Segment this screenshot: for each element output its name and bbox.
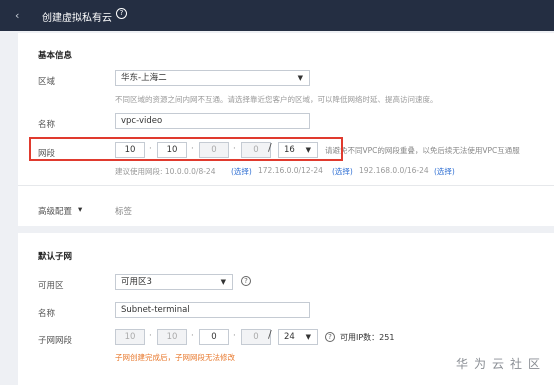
vpc-cidr-hint: 请避免不同VPC的网段重叠，以免后续无法使用VPC互通服 <box>325 146 520 155</box>
subnet-mask-value: 24 <box>284 332 295 342</box>
subnet-cidr-octet-1: 10 <box>115 329 145 345</box>
select-cidr-link-3[interactable]: (选择) <box>434 166 455 177</box>
subnet-cidr-octet-3[interactable]: 0 <box>199 329 229 345</box>
subnet-cidr-warning: 子网创建完成后，子网网段无法修改 <box>115 353 235 362</box>
chevron-down-icon: ▼ <box>220 278 226 286</box>
default-subnet-title: 默认子网 <box>38 252 73 262</box>
tags-label: 标签 <box>115 207 133 217</box>
subnet-name-input[interactable]: Subnet-terminal <box>115 302 310 318</box>
subnet-name-value: Subnet-terminal <box>121 305 190 315</box>
az-label: 可用区 <box>38 281 64 291</box>
help-icon[interactable]: ? <box>116 8 127 19</box>
subnet-name-label: 名称 <box>38 309 56 319</box>
select-cidr-link-1[interactable]: (选择) <box>231 166 252 177</box>
available-ip-count: 可用IP数：251 <box>340 333 395 342</box>
region-hint: 不同区域的资源之间内网不互通。请选择靠近您客户的区域，可以降低网络时延、提高访问… <box>115 95 438 104</box>
dot-separator: · <box>191 331 194 341</box>
dot-separator: · <box>233 331 236 341</box>
region-label: 区域 <box>38 77 56 87</box>
subnet-cidr-octet-2: 10 <box>157 329 187 345</box>
vpc-name-input[interactable]: vpc-video <box>115 113 310 129</box>
chevron-down-icon[interactable]: ▾ <box>78 205 82 215</box>
page-title: 创建虚拟私有云 <box>42 13 112 24</box>
basic-info-panel: 基本信息 区域 华东-上海二 ▼ 不同区域的资源之间内网不互通。请选择靠近您客户… <box>18 33 554 226</box>
slash-separator: / <box>268 328 272 341</box>
help-icon[interactable]: ? <box>325 332 335 342</box>
title-bar: ‹ 创建虚拟私有云 ? <box>0 0 554 31</box>
chevron-down-icon: ▼ <box>297 74 303 82</box>
region-select-value: 华东-上海二 <box>121 73 167 83</box>
chevron-down-icon: ▼ <box>305 333 311 341</box>
highlight-box <box>29 137 343 161</box>
help-icon[interactable]: ? <box>241 276 251 286</box>
region-select[interactable]: 华东-上海二 ▼ <box>115 70 310 86</box>
cidr-suggest-prefix: 建议使用网段: 10.0.0.0/8-24 <box>115 167 216 176</box>
vpc-name-value: vpc-video <box>121 116 163 126</box>
vpc-name-label: 名称 <box>38 120 56 130</box>
advanced-config-toggle[interactable]: 高级配置 <box>38 205 72 217</box>
az-select-value: 可用区3 <box>121 277 152 287</box>
cidr-suggest-2: 172.16.0.0/12-24 <box>258 166 323 175</box>
dot-separator: · <box>149 331 152 341</box>
back-arrow-icon[interactable]: ‹ <box>15 9 19 22</box>
subnet-cidr-octet-4: 0 <box>241 329 271 345</box>
az-select[interactable]: 可用区3 ▼ <box>115 274 233 290</box>
watermark: 华为云社区 <box>456 357 547 371</box>
divider <box>18 185 554 186</box>
subnet-cidr-label: 子网网段 <box>38 336 73 346</box>
basic-info-title: 基本信息 <box>38 51 73 61</box>
cidr-suggest-3: 192.168.0.0/16-24 <box>359 166 429 175</box>
select-cidr-link-2[interactable]: (选择) <box>332 166 353 177</box>
subnet-mask-select[interactable]: 24 ▼ <box>278 329 318 345</box>
